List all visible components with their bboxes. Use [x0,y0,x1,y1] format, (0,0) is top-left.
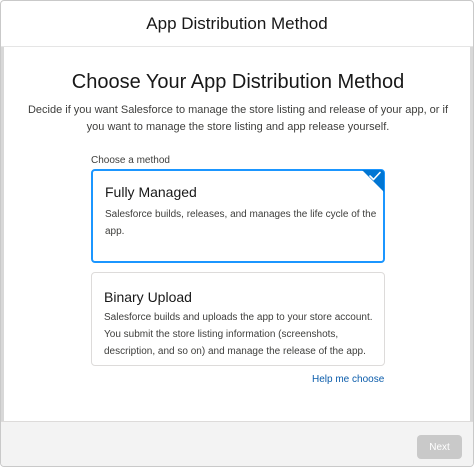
option-fully-managed[interactable]: Fully Managed Salesforce builds, release… [91,169,385,263]
option-title: Binary Upload [104,289,192,305]
modal-footer: Next [1,421,473,466]
check-icon [369,171,381,181]
option-binary-upload[interactable]: Binary Upload Salesforce builds and uplo… [91,272,385,366]
option-description: Salesforce builds and uploads the app to… [104,312,373,357]
distribution-modal: App Distribution Method Choose Your App … [0,0,474,467]
page-description: Decide if you want Salesforce to manage … [27,104,449,133]
option-title: Fully Managed [105,184,197,200]
method-label: Choose a method [91,155,170,166]
modal-header: App Distribution Method [1,1,473,47]
modal-title: App Distribution Method [146,13,328,33]
right-border-bar [470,47,473,421]
page-title: Choose Your App Distribution Method [71,71,405,93]
help-me-choose-link[interactable]: Help me choose [312,374,384,385]
option-description: Salesforce builds, releases, and manages… [105,209,377,237]
next-button[interactable]: Next [417,435,462,459]
left-border-bar [1,47,4,421]
